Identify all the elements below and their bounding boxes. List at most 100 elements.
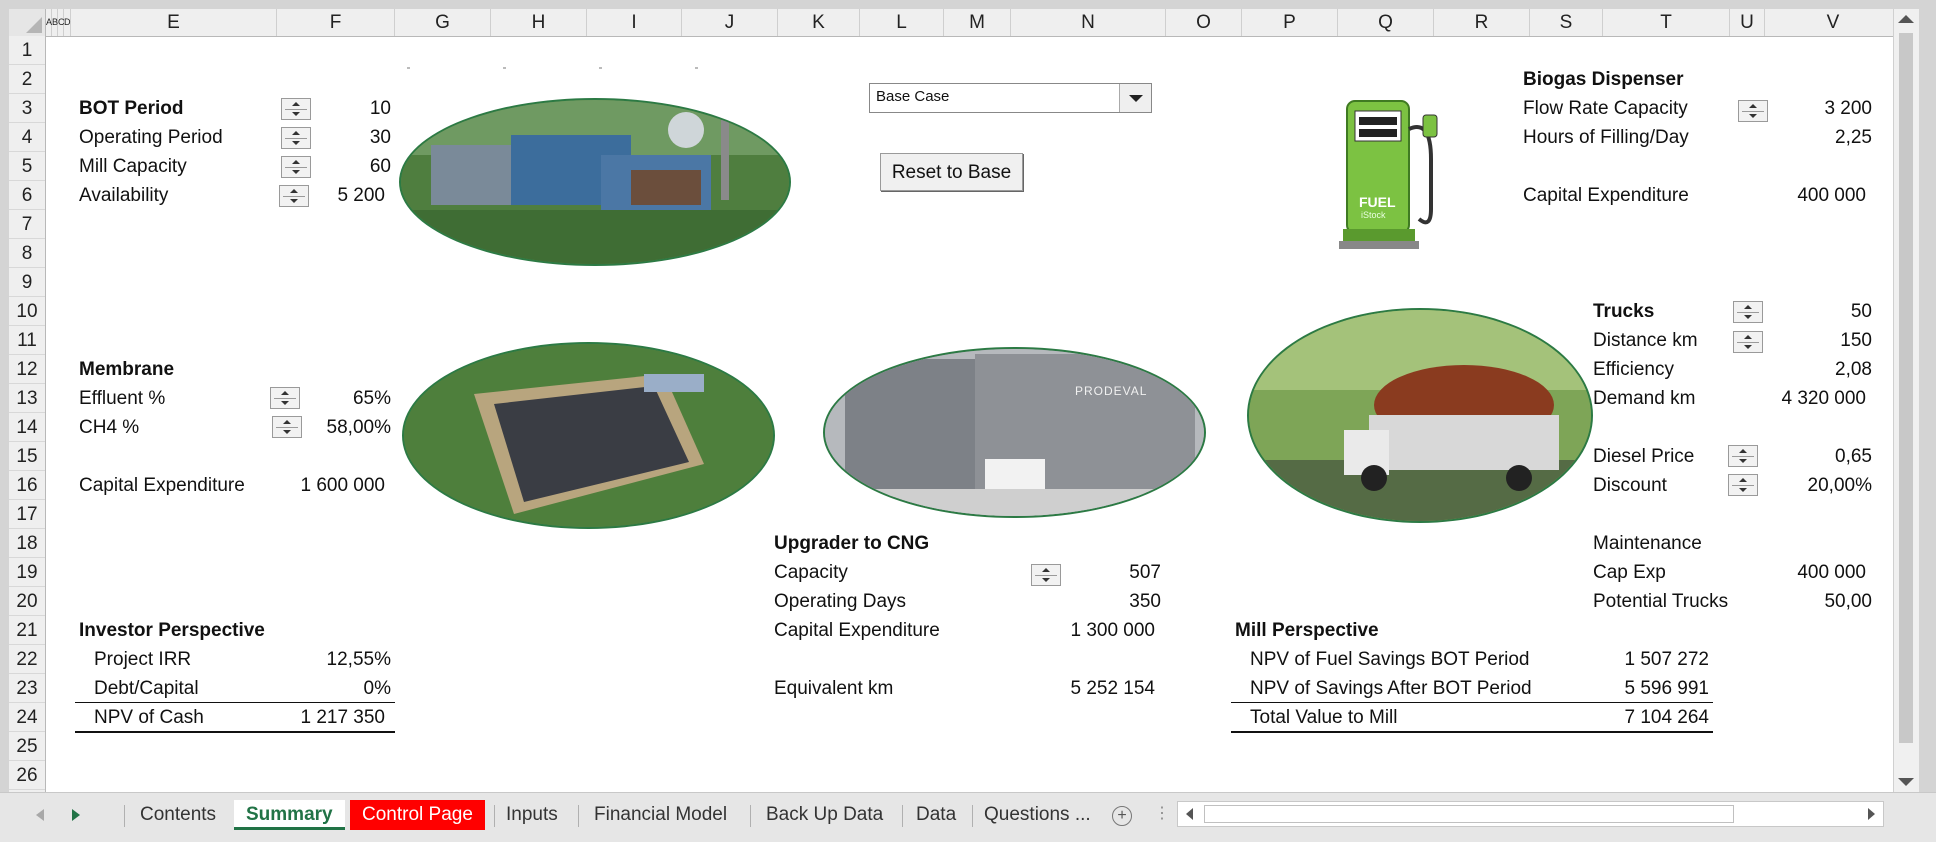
col-header-v[interactable]: V: [1765, 9, 1902, 36]
ch4-spinner[interactable]: [272, 416, 302, 438]
row-header[interactable]: 1: [9, 36, 45, 65]
vertical-scrollbar[interactable]: [1893, 9, 1919, 792]
tab-data[interactable]: Data: [904, 800, 968, 830]
row-header[interactable]: 23: [9, 674, 45, 703]
row-header[interactable]: 21: [9, 616, 45, 645]
row-header[interactable]: 10: [9, 297, 45, 326]
effluent-spinner[interactable]: [270, 387, 300, 409]
distance-spinner[interactable]: [1733, 331, 1763, 353]
tab-back-up-data[interactable]: Back Up Data: [754, 800, 895, 830]
col-header-i[interactable]: I: [587, 9, 682, 36]
divider: [75, 731, 395, 733]
more-options-icon[interactable]: ⋮: [1154, 803, 1170, 823]
flow-rate-spinner[interactable]: [1738, 100, 1768, 122]
bot-period-value[interactable]: 10: [327, 97, 391, 121]
col-header-e[interactable]: E: [71, 9, 277, 36]
col-header-f[interactable]: F: [277, 9, 395, 36]
col-header-l[interactable]: L: [860, 9, 944, 36]
col-header-s[interactable]: S: [1530, 9, 1603, 36]
tab-control-page[interactable]: Control Page: [350, 800, 485, 830]
row-header[interactable]: 13: [9, 384, 45, 413]
upgrader-capacity-value[interactable]: 507: [1069, 561, 1161, 585]
scroll-down-icon[interactable]: [1898, 778, 1914, 786]
col-header-n[interactable]: N: [1011, 9, 1166, 36]
col-header-d[interactable]: D: [64, 9, 71, 36]
row-header[interactable]: 3: [9, 94, 45, 123]
row-header[interactable]: 25: [9, 732, 45, 761]
col-header-u[interactable]: U: [1730, 9, 1765, 36]
divider: [902, 805, 903, 827]
col-header-g[interactable]: G: [395, 9, 491, 36]
row-header[interactable]: 12: [9, 355, 45, 384]
add-sheet-icon[interactable]: +: [1112, 806, 1132, 826]
ch4-value[interactable]: 58,00%: [309, 416, 391, 440]
row-header[interactable]: 18: [9, 529, 45, 558]
chevron-down-icon[interactable]: [1119, 84, 1151, 112]
row-header[interactable]: 9: [9, 268, 45, 297]
operating-period-value[interactable]: 30: [327, 126, 391, 150]
tab-summary[interactable]: Summary: [234, 800, 345, 830]
horizontal-scrollbar[interactable]: [1177, 801, 1884, 827]
row-header[interactable]: 20: [9, 587, 45, 616]
discount-value[interactable]: 20,00%: [1769, 474, 1872, 498]
row-header[interactable]: 4: [9, 123, 45, 152]
trucks-value[interactable]: 50: [1769, 300, 1872, 324]
col-header-o[interactable]: O: [1166, 9, 1242, 36]
select-all-corner[interactable]: [9, 9, 46, 36]
scroll-right-icon[interactable]: [1868, 808, 1875, 820]
row-header[interactable]: 14: [9, 413, 45, 442]
row-header[interactable]: 26: [9, 761, 45, 790]
row-header[interactable]: 16: [9, 471, 45, 500]
availability-spinner[interactable]: [279, 185, 309, 207]
row-header[interactable]: 11: [9, 326, 45, 355]
availability-value[interactable]: 5 200: [309, 184, 385, 208]
diesel-price-spinner[interactable]: [1728, 445, 1758, 467]
operating-period-spinner[interactable]: [281, 127, 311, 149]
mill-capacity-value[interactable]: 60: [327, 155, 391, 179]
col-header-j[interactable]: J: [682, 9, 778, 36]
scroll-thumb[interactable]: [1204, 805, 1734, 823]
scroll-left-icon[interactable]: [1186, 808, 1193, 820]
palm-truck-image: [1247, 308, 1593, 523]
mill-capacity-spinner[interactable]: [281, 156, 311, 178]
npv-cash-value: 1 217 350: [300, 707, 385, 728]
col-header-m[interactable]: M: [944, 9, 1011, 36]
tab-inputs[interactable]: Inputs: [494, 800, 570, 830]
row-header[interactable]: 24: [9, 703, 45, 732]
tab-contents[interactable]: Contents: [128, 800, 228, 830]
bot-period-spinner[interactable]: [281, 98, 311, 120]
effluent-value[interactable]: 65%: [309, 387, 391, 411]
membrane-capex-value: 1 600 000: [300, 475, 385, 496]
row-header[interactable]: 22: [9, 645, 45, 674]
col-header-t[interactable]: T: [1603, 9, 1730, 36]
row-header[interactable]: 2: [9, 65, 45, 94]
row-header[interactable]: 19: [9, 558, 45, 587]
col-header-p[interactable]: P: [1242, 9, 1338, 36]
flow-rate-value[interactable]: 3 200: [1769, 97, 1872, 121]
scroll-thumb[interactable]: [1899, 33, 1913, 743]
reset-to-base-button[interactable]: Reset to Base: [880, 153, 1023, 191]
col-header-q[interactable]: Q: [1338, 9, 1434, 36]
tab-questions[interactable]: Questions ...: [972, 800, 1103, 830]
row-header[interactable]: 8: [9, 239, 45, 268]
scenario-dropdown[interactable]: Base Case: [869, 83, 1152, 113]
tab-financial-model[interactable]: Financial Model: [582, 800, 739, 830]
row-header[interactable]: 7: [9, 210, 45, 239]
discount-spinner[interactable]: [1728, 474, 1758, 496]
npv-cash-label: NPV of Cash: [94, 707, 204, 728]
divider: [578, 805, 579, 827]
row-header[interactable]: 15: [9, 442, 45, 471]
row-header[interactable]: 5: [9, 152, 45, 181]
col-header-k[interactable]: K: [778, 9, 860, 36]
col-header-h[interactable]: H: [491, 9, 587, 36]
upgrader-capacity-spinner[interactable]: [1031, 564, 1061, 586]
distance-value[interactable]: 150: [1769, 329, 1872, 353]
row-header[interactable]: 17: [9, 500, 45, 529]
tab-scroll-left-icon[interactable]: [36, 809, 44, 821]
trucks-spinner[interactable]: [1733, 301, 1763, 323]
tab-scroll-right-icon[interactable]: [72, 809, 80, 821]
diesel-price-value[interactable]: 0,65: [1769, 445, 1872, 469]
scroll-up-icon[interactable]: [1898, 15, 1914, 23]
col-header-r[interactable]: R: [1434, 9, 1530, 36]
row-header[interactable]: 6: [9, 181, 45, 210]
